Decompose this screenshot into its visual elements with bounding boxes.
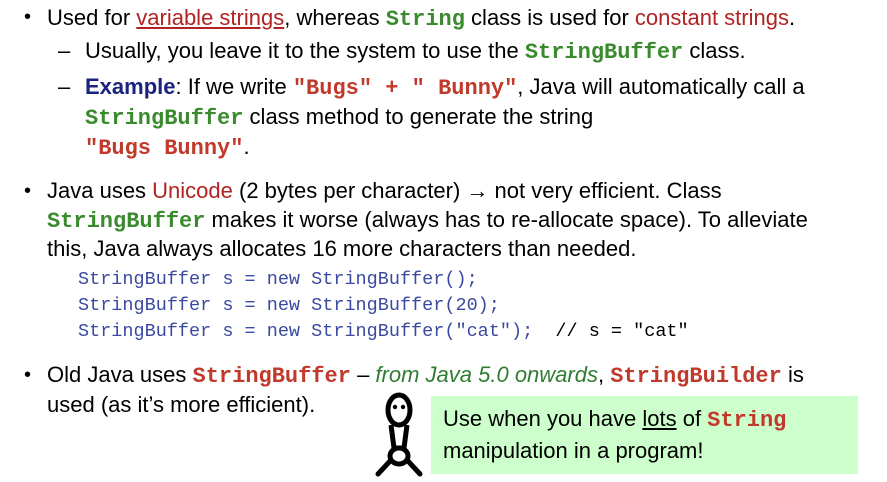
text: Old Java uses (47, 362, 193, 387)
sub-bullet-2-line-1: Example: If we write "Bugs" + " Bunny", … (85, 74, 805, 102)
stick-figure-icon (375, 392, 423, 477)
text: Usually, you leave it to the system to u… (85, 38, 525, 63)
text: Use when you have (443, 406, 643, 431)
stringbuffer-code: StringBuffer (47, 209, 206, 234)
tip-callout: Use when you have lots of String manipul… (431, 396, 858, 474)
variable-strings-link: variable strings (136, 5, 285, 30)
callout-line-1: Use when you have lots of String (443, 404, 846, 436)
stringbuilder-code: StringBuilder (610, 364, 782, 389)
stringbuffer-code: StringBuffer (85, 106, 244, 131)
string-code: String (707, 408, 787, 433)
constant-strings-text: constant strings (634, 5, 789, 30)
text: class. (683, 38, 746, 63)
bugs-bunny-result: "Bugs Bunny" (85, 136, 244, 161)
code-line-3: StringBuffer s = new StringBuffer("cat")… (78, 320, 689, 344)
text: of (676, 406, 708, 431)
bullet-dot: • (24, 364, 32, 386)
sub-bullet-1: Usually, you leave it to the system to u… (85, 38, 746, 66)
text: used (as it’s more efficient). (47, 392, 316, 417)
sub-bullet-2-line-3: "Bugs Bunny". (85, 134, 250, 162)
stringbuffer-code: StringBuffer (524, 40, 684, 65)
unicode-text: Unicode (152, 178, 233, 203)
text: , Java will automatically call a (517, 74, 805, 99)
dash-marker: – (58, 74, 71, 99)
arrow-icon: → (466, 178, 489, 203)
bullet-dot: • (24, 6, 32, 28)
stringbuffer-code: StringBuffer (192, 364, 351, 389)
code-comment: // s = "cat" (555, 321, 689, 342)
string-code: String (385, 7, 465, 32)
text: class method to generate the string (243, 104, 594, 129)
bullet-3-line-1: Old Java uses StringBuffer – from Java 5… (47, 362, 804, 390)
code-line-2: StringBuffer s = new StringBuffer(20); (78, 295, 500, 316)
text: . (788, 5, 796, 30)
text: , whereas (284, 5, 386, 30)
text: – (350, 362, 376, 387)
text: : If we write (175, 74, 293, 99)
code-line-1: StringBuffer s = new StringBuffer(); (78, 269, 478, 290)
text: (2 bytes per character) (232, 178, 467, 203)
text: class is used for (464, 5, 635, 30)
bullet-3-line-2: used (as it’s more efficient). (47, 392, 315, 418)
java5-text: from Java 5.0 onwards (375, 362, 598, 387)
bullet-2-line-2: StringBuffer makes it worse (always has … (47, 207, 808, 235)
bullet-2-line-1: Java uses Unicode (2 bytes per character… (47, 178, 722, 204)
text: makes it worse (always has to re-allocat… (205, 207, 808, 232)
text: is (781, 362, 804, 387)
text: . (243, 134, 250, 159)
code-text: StringBuffer s = new StringBuffer("cat")… (78, 321, 534, 342)
bullet-1: Used for variable strings, whereas Strin… (47, 5, 795, 33)
text: Used for (47, 5, 137, 30)
sub-bullet-2-line-2: StringBuffer class method to generate th… (85, 104, 593, 132)
callout-line-2: manipulation in a program! (443, 438, 704, 463)
bugs-bunny-expression: "Bugs" + " Bunny" (292, 76, 518, 101)
text: this, Java always allocates 16 more char… (47, 236, 637, 261)
bullet-dot: • (24, 180, 32, 202)
lots-text: lots (642, 406, 677, 431)
dash-marker: – (58, 38, 71, 63)
example-label: Example (85, 74, 176, 99)
bullet-2-line-3: this, Java always allocates 16 more char… (47, 236, 636, 262)
text: Java uses (47, 178, 153, 203)
text: not very efficient. Class (488, 178, 722, 203)
text: , (597, 362, 611, 387)
